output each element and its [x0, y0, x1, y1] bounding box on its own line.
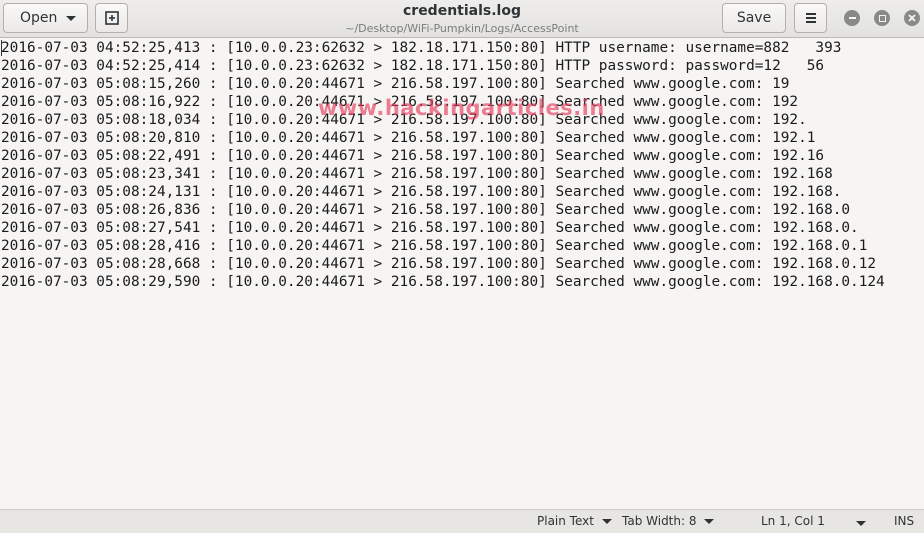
close-icon	[908, 14, 916, 22]
text-line: 2016-07-03 05:08:16,922 : [10.0.0.20:446…	[1, 94, 799, 110]
header-bar: Open credentials.log ~/Desktop/WiFi-Pump…	[0, 0, 924, 38]
text-line: 2016-07-03 05:08:29,590 : [10.0.0.20:446…	[1, 274, 885, 290]
language-selector[interactable]: Plain Text	[537, 514, 612, 528]
maximize-icon	[878, 14, 886, 22]
tab-width-label: Tab Width: 8	[622, 514, 697, 528]
text-line: 2016-07-03 04:52:25,413 : [10.0.0.23:626…	[1, 40, 842, 56]
open-button[interactable]: Open	[3, 3, 88, 33]
text-editor[interactable]: 2016-07-03 04:52:25,413 : [10.0.0.23:626…	[0, 39, 924, 509]
text-cursor	[1, 40, 2, 56]
menu-button[interactable]	[794, 3, 827, 33]
cursor-position-label: Ln 1, Col 1	[761, 514, 825, 528]
text-line: 2016-07-03 05:08:28,416 : [10.0.0.20:446…	[1, 238, 868, 254]
text-line: 2016-07-03 04:52:25,414 : [10.0.0.23:626…	[1, 58, 825, 74]
minimize-icon	[848, 17, 856, 19]
chevron-down-icon[interactable]	[856, 521, 866, 526]
file-path: ~/Desktop/WiFi-Pumpkin/Logs/AccessPoint	[345, 22, 579, 35]
chevron-down-icon	[704, 518, 715, 524]
tab-width-selector[interactable]: Tab Width: 8	[622, 514, 715, 528]
text-line: 2016-07-03 05:08:15,260 : [10.0.0.20:446…	[1, 76, 790, 92]
new-document-icon	[104, 11, 119, 25]
text-line: 2016-07-03 05:08:24,131 : [10.0.0.20:446…	[1, 184, 842, 200]
save-button[interactable]: Save	[722, 3, 786, 33]
text-line: 2016-07-03 05:08:22,491 : [10.0.0.20:446…	[1, 148, 825, 164]
status-bar: Plain Text Tab Width: 8 Ln 1, Col 1 INS	[0, 509, 924, 533]
text-line: 2016-07-03 05:08:23,341 : [10.0.0.20:446…	[1, 166, 833, 182]
title-area: credentials.log ~/Desktop/WiFi-Pumpkin/L…	[300, 2, 624, 36]
hamburger-menu-icon	[805, 13, 816, 23]
save-button-label: Save	[736, 10, 772, 26]
open-button-label: Open	[20, 10, 58, 26]
chevron-down-icon	[601, 518, 612, 524]
text-line: 2016-07-03 05:08:28,668 : [10.0.0.20:446…	[1, 256, 877, 272]
text-line: 2016-07-03 05:08:27,541 : [10.0.0.20:446…	[1, 220, 859, 236]
text-line: 2016-07-03 05:08:26,836 : [10.0.0.20:446…	[1, 202, 851, 218]
insert-mode-label: INS	[894, 514, 915, 528]
minimize-button[interactable]	[844, 10, 860, 26]
cursor-position[interactable]: Ln 1, Col 1	[761, 514, 825, 528]
close-button[interactable]	[904, 10, 920, 26]
insert-mode-indicator: INS	[894, 514, 914, 528]
window-title: credentials.log	[402, 3, 521, 19]
text-line: 2016-07-03 05:08:20,810 : [10.0.0.20:446…	[1, 130, 816, 146]
language-label: Plain Text	[537, 514, 594, 528]
text-line: 2016-07-03 05:08:18,034 : [10.0.0.20:446…	[1, 112, 807, 128]
new-tab-button[interactable]	[95, 3, 128, 33]
chevron-down-icon	[66, 16, 76, 21]
maximize-button[interactable]	[874, 10, 890, 26]
